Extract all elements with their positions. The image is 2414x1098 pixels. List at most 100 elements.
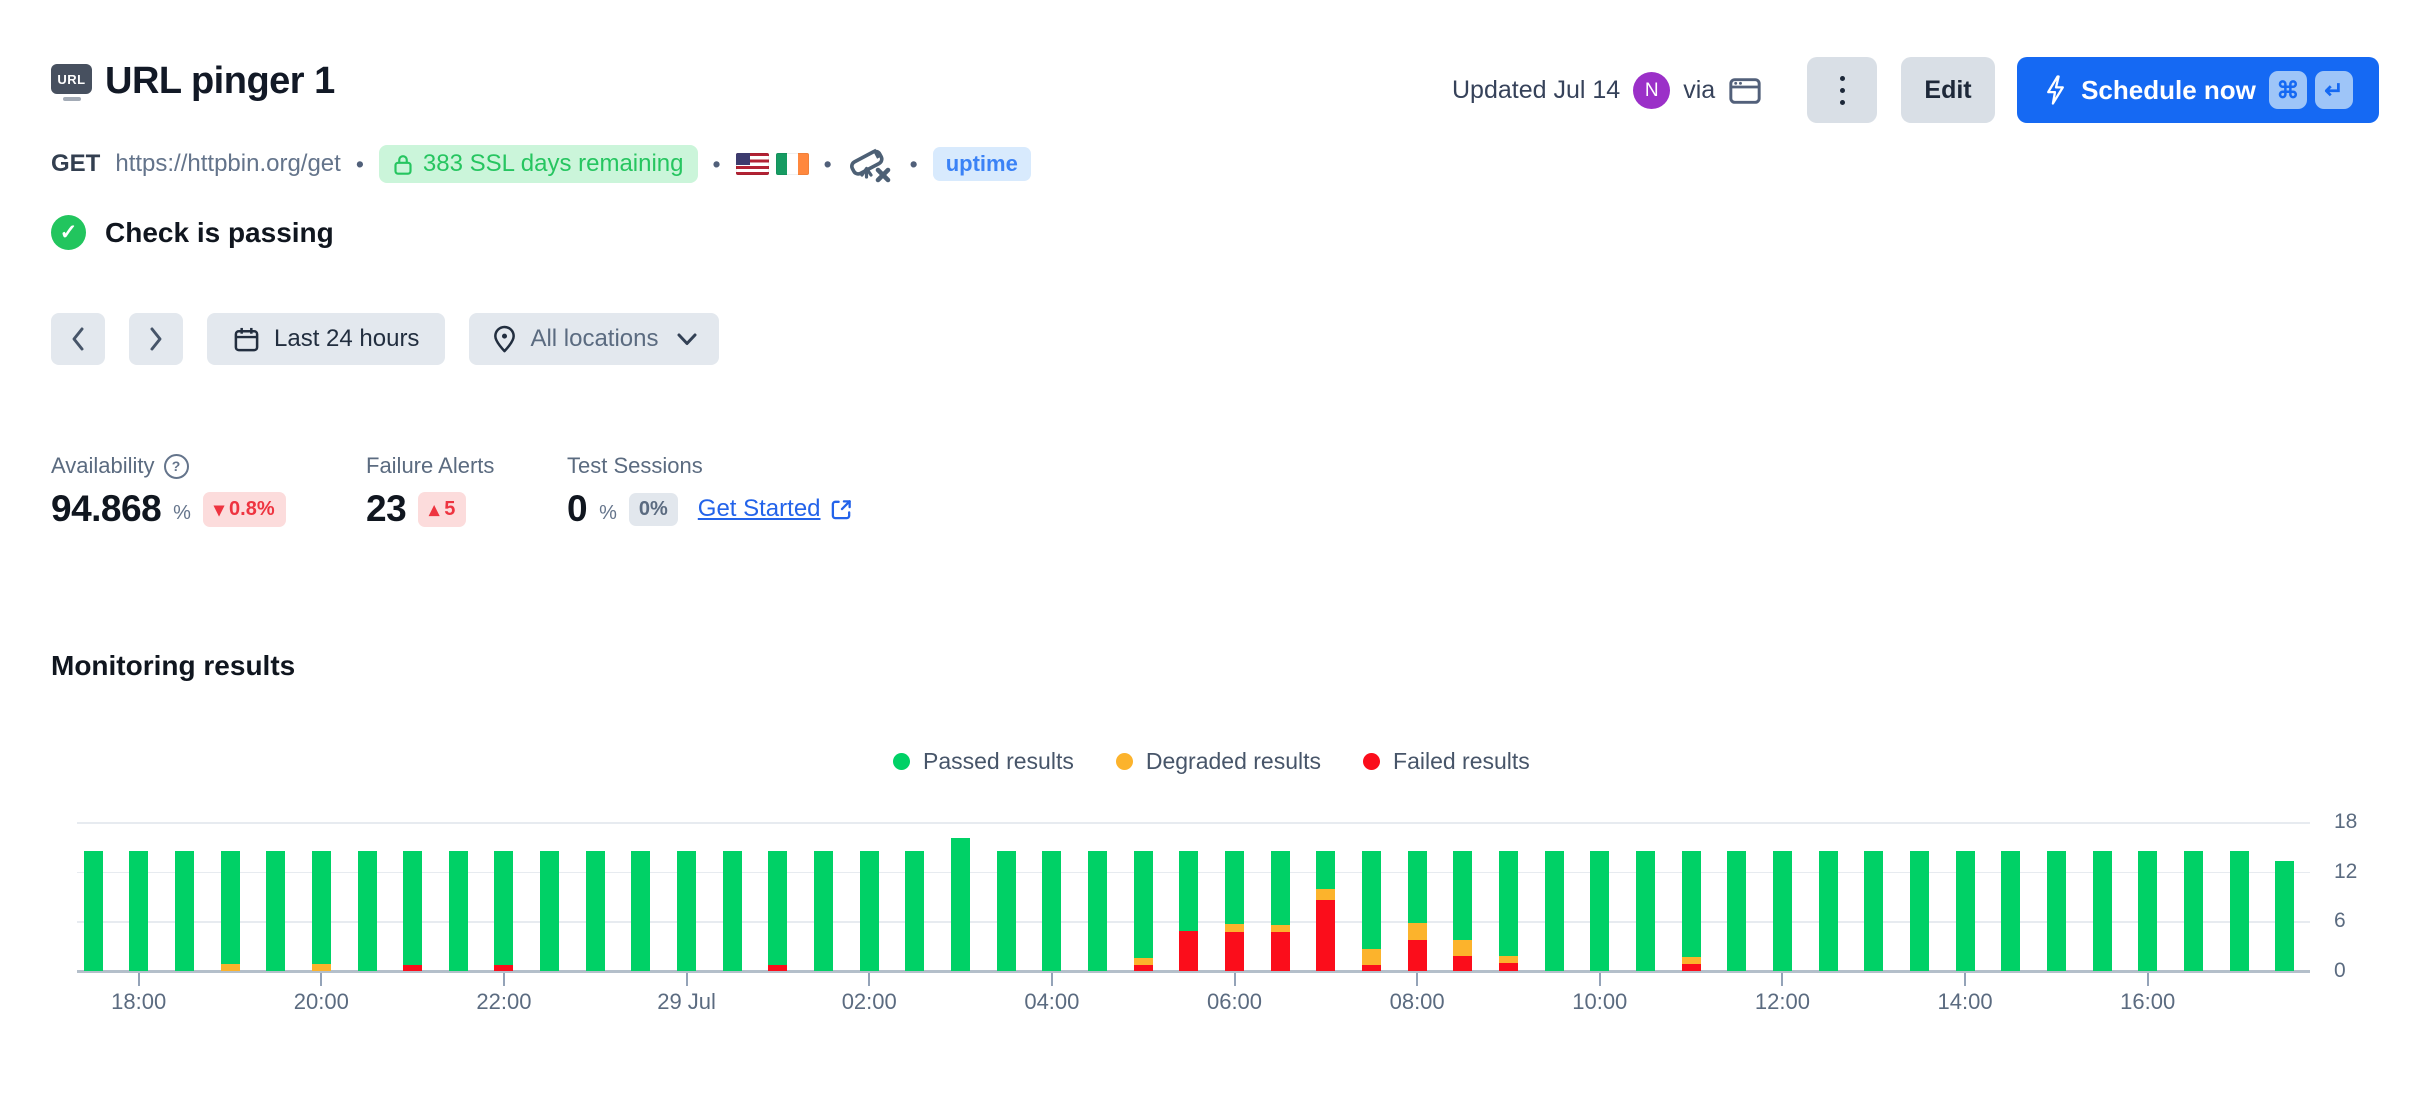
chart-bar-degraded[interactable] [1362, 949, 1381, 966]
chart-bar-passed[interactable] [175, 851, 194, 972]
chart-bar-failed[interactable] [1179, 931, 1198, 971]
chart-bar-passed[interactable] [312, 851, 331, 964]
chart-bar-passed[interactable] [860, 851, 879, 972]
chart-bar-degraded[interactable] [1453, 940, 1472, 957]
chart-bar-passed[interactable] [1682, 851, 1701, 957]
x-axis-tick [1781, 973, 1783, 986]
chart-bar-passed[interactable] [494, 851, 513, 966]
chart-bar-failed[interactable] [1316, 900, 1335, 971]
chart-bar-passed[interactable] [1590, 851, 1609, 972]
chart-bar-degraded[interactable] [1225, 924, 1244, 932]
chart-bar-degraded[interactable] [1408, 923, 1427, 940]
chart-bar-passed[interactable] [2230, 851, 2249, 972]
chart-bar-failed[interactable] [403, 965, 422, 971]
x-axis-label: 04:00 [982, 989, 1122, 1015]
chart-bar-failed[interactable] [1453, 956, 1472, 971]
chart-bar-passed[interactable] [586, 851, 605, 972]
chart-bar-passed[interactable] [997, 851, 1016, 972]
chart-bar-passed[interactable] [1545, 851, 1564, 972]
chart-bar-passed[interactable] [449, 851, 468, 972]
x-axis-label: 18:00 [69, 989, 209, 1015]
x-axis-tick [138, 973, 140, 986]
chart-bar-passed[interactable] [1408, 851, 1427, 924]
chart-bar-passed[interactable] [1271, 851, 1290, 925]
chart-bar-passed[interactable] [2047, 851, 2066, 972]
chart-bar-passed[interactable] [677, 851, 696, 972]
chart-bar-passed[interactable] [358, 851, 377, 972]
chart-bar-passed[interactable] [905, 851, 924, 972]
chart-bar-passed[interactable] [1088, 851, 1107, 972]
x-axis-label: 22:00 [434, 989, 574, 1015]
chart-bar-degraded[interactable] [1499, 956, 1518, 963]
chart-bar-passed[interactable] [1910, 851, 1929, 972]
chart-bar-failed[interactable] [1225, 932, 1244, 971]
chart-bar-passed[interactable] [1453, 851, 1472, 940]
x-axis-tick [320, 973, 322, 986]
chart-bar-passed[interactable] [1773, 851, 1792, 972]
x-axis-tick [1416, 973, 1418, 986]
chart-bar-passed[interactable] [2093, 851, 2112, 972]
chart-bar-passed[interactable] [1499, 851, 1518, 957]
chart-bar-passed[interactable] [1316, 851, 1335, 890]
chart-bar-passed[interactable] [1042, 851, 1061, 972]
chart-bar-failed[interactable] [1362, 965, 1381, 971]
y-axis-label: 18 [2334, 810, 2357, 834]
chart-bar-passed[interactable] [631, 851, 650, 972]
chart-bar-degraded[interactable] [312, 964, 331, 971]
x-axis-label: 06:00 [1165, 989, 1305, 1015]
chart-bar-passed[interactable] [221, 851, 240, 964]
x-axis-label: 12:00 [1712, 989, 1852, 1015]
chart-bar-degraded[interactable] [1271, 925, 1290, 932]
x-axis-label: 14:00 [1895, 989, 2035, 1015]
x-axis-tick [2147, 973, 2149, 986]
y-axis-label: 6 [2334, 909, 2346, 933]
x-axis-label: 20:00 [251, 989, 391, 1015]
chart-bar-passed[interactable] [1179, 851, 1198, 932]
chart-bar-passed[interactable] [266, 851, 285, 972]
check-detail-page: URL URL pinger 1 Updated Jul 14 N via Ed… [0, 0, 2414, 1098]
chart-gridline [77, 822, 2310, 824]
chart-bar-passed[interactable] [2138, 851, 2157, 972]
chart-bar-passed[interactable] [814, 851, 833, 972]
chart-bar-passed[interactable] [1864, 851, 1883, 972]
chart-bar-passed[interactable] [768, 851, 787, 966]
chart-bar-passed[interactable] [1225, 851, 1244, 924]
chart-bar-degraded[interactable] [1134, 958, 1153, 965]
x-axis-label: 08:00 [1347, 989, 1487, 1015]
x-axis-tick [1964, 973, 1966, 986]
x-axis-label: 02:00 [799, 989, 939, 1015]
chart-bar-passed[interactable] [2001, 851, 2020, 972]
chart-bar-passed[interactable] [723, 851, 742, 972]
x-axis-tick [1599, 973, 1601, 986]
chart-bar-passed[interactable] [1134, 851, 1153, 958]
chart-bar-degraded[interactable] [1316, 889, 1335, 900]
chart-bar-passed[interactable] [1362, 851, 1381, 949]
x-axis-tick [503, 973, 505, 986]
x-axis-label: 16:00 [2078, 989, 2218, 1015]
chart-bar-passed[interactable] [129, 851, 148, 972]
y-axis-label: 0 [2334, 959, 2346, 983]
chart-bar-passed[interactable] [2184, 851, 2203, 972]
x-axis-label: 29 Jul [617, 989, 757, 1015]
chart-bar-passed[interactable] [1727, 851, 1746, 972]
chart-bar-failed[interactable] [1408, 940, 1427, 971]
chart-bar-passed[interactable] [403, 851, 422, 966]
x-axis-tick [1051, 973, 1053, 986]
chart-bar-failed[interactable] [1499, 963, 1518, 971]
chart-bar-degraded[interactable] [1682, 957, 1701, 964]
chart-bar-passed[interactable] [540, 851, 559, 972]
chart-bar-passed[interactable] [1636, 851, 1655, 972]
chart-bar-degraded[interactable] [221, 964, 240, 971]
chart-bar-passed[interactable] [951, 838, 970, 971]
chart-bar-passed[interactable] [1956, 851, 1975, 972]
chart-bar-failed[interactable] [1682, 964, 1701, 971]
chart-bar-failed[interactable] [768, 965, 787, 971]
x-axis-tick [1234, 973, 1236, 986]
monitoring-chart: 06121818:0020:0022:0029 Jul02:0004:0006:… [0, 0, 2414, 1098]
chart-bar-failed[interactable] [1134, 965, 1153, 971]
chart-bar-passed[interactable] [2275, 861, 2294, 971]
chart-bar-passed[interactable] [84, 851, 103, 972]
chart-bar-failed[interactable] [494, 965, 513, 971]
chart-bar-failed[interactable] [1271, 932, 1290, 971]
chart-bar-passed[interactable] [1819, 851, 1838, 972]
